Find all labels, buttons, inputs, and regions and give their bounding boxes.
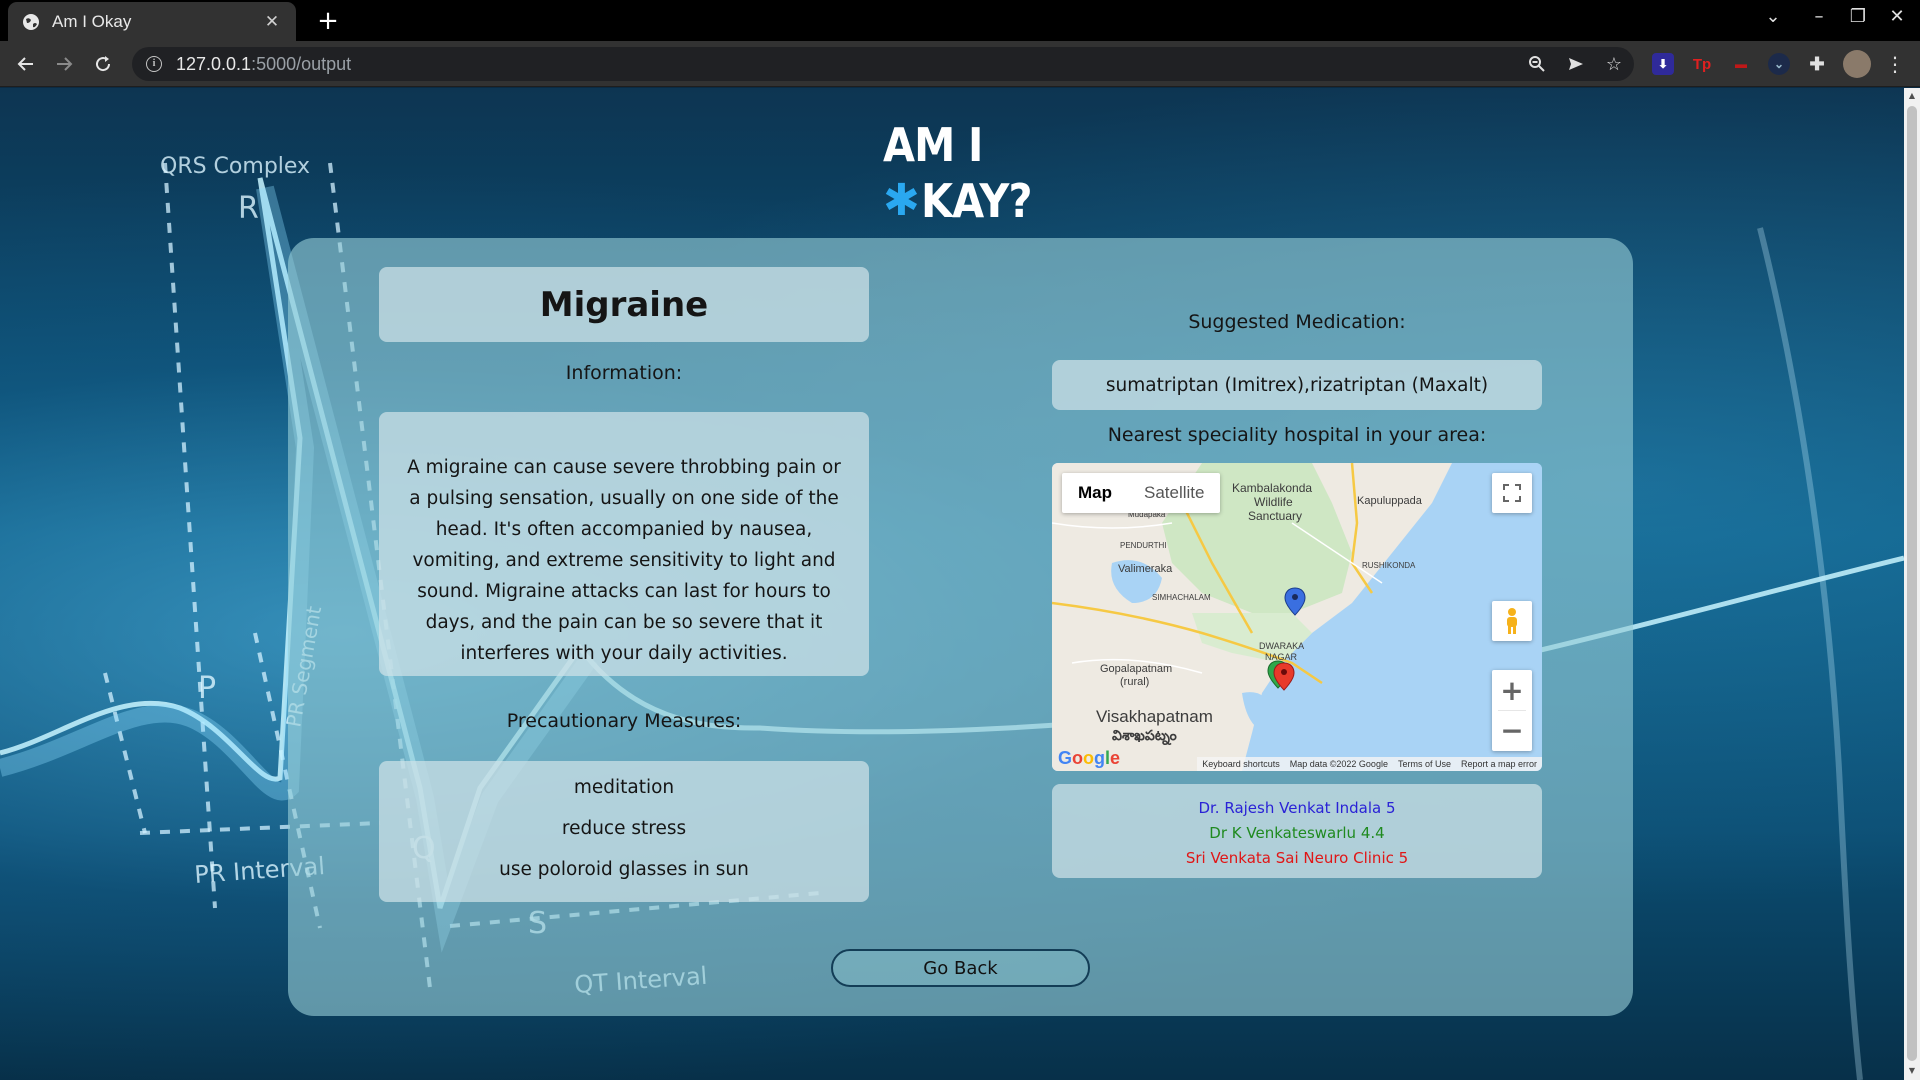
menu-kebab-icon[interactable]: ⋮ [1880, 49, 1910, 79]
minimize-icon[interactable]: – [1804, 6, 1834, 27]
close-window-icon[interactable]: ✕ [1882, 6, 1912, 27]
url-path: :5000/output [251, 53, 352, 74]
new-tab-icon[interactable]: + [314, 6, 342, 36]
map-data-text: Map data ©2022 Google [1289, 759, 1388, 769]
fullscreen-icon[interactable] [1492, 473, 1532, 513]
zoom-in-icon[interactable]: + [1492, 670, 1532, 710]
map-place: Sanctuary [1248, 509, 1303, 523]
map-city-label-telugu: విశాఖపట్నం [1112, 727, 1177, 743]
reload-icon[interactable] [88, 49, 118, 79]
map-place: Kambalakonda [1232, 481, 1313, 495]
map-type-control: Map Satellite [1062, 473, 1221, 513]
hospital-label: Nearest speciality hospital in your area… [1107, 424, 1487, 446]
map-type-satellite[interactable]: Satellite [1128, 473, 1220, 513]
tab-title: Am I Okay [52, 11, 132, 31]
pegman-icon[interactable] [1492, 601, 1532, 641]
tab-strip: Am I Okay ✕ + ⌄ – ❐ ✕ [0, 0, 1920, 41]
terms-of-use-link[interactable]: Terms of Use [1393, 759, 1456, 769]
page-scrollbar[interactable]: ▲ ▼ [1904, 88, 1920, 1080]
go-back-button[interactable]: Go Back [831, 949, 1090, 987]
map-place: Valimeraka [1118, 563, 1173, 575]
bookmark-star-icon[interactable]: ☆ [1599, 49, 1629, 79]
forward-icon[interactable] [49, 49, 79, 79]
ecg-label-qrs: QRS Complex [160, 154, 310, 179]
hospital-list: Dr. Rajesh Venkat Indala 5 Dr K Venkates… [1052, 784, 1542, 878]
map-city-label: Visakhapatnam [1096, 707, 1213, 726]
hospital-item: Sri Venkata Sai Neuro Clinic 5 [1185, 849, 1409, 867]
scrollbar-thumb[interactable] [1907, 106, 1917, 1061]
pdf-extension-icon[interactable]: ▬ [1730, 53, 1752, 75]
map-place: Kapuluppada [1357, 495, 1422, 507]
profile-avatar[interactable] [1843, 50, 1871, 78]
map-place: DWARAKA [1259, 641, 1305, 651]
address-bar[interactable]: i 127.0.0.1:5000/output [132, 47, 1634, 81]
precautions-card: meditation reduce stress use poloroid gl… [379, 761, 869, 902]
tp-extension-icon[interactable]: Tp [1691, 53, 1713, 75]
map-place: PENDURTHI [1120, 541, 1167, 550]
map-place: Gopalapatnam [1100, 663, 1173, 675]
restore-icon[interactable]: ❐ [1843, 6, 1873, 27]
page-viewport: QRS Complex R P Q S PR Interval QT Inter… [0, 88, 1904, 1080]
shield-extension-icon[interactable]: ⌄ [1768, 53, 1790, 75]
precaution-item: meditation [573, 777, 675, 798]
download-extension-icon[interactable]: ⬇ [1652, 53, 1674, 75]
result-panel: Migraine Information: A migraine can cau… [288, 238, 1633, 1016]
browser-tab[interactable]: Am I Okay ✕ [8, 2, 296, 41]
puzzle-extensions-icon[interactable]: ✚ [1806, 53, 1828, 75]
map-place: RUSHIKONDA [1362, 561, 1416, 570]
logo-line2: KAY? [920, 174, 1032, 228]
am-i-okay-logo: AM I ✱ KAY? [883, 122, 1043, 224]
back-icon[interactable] [11, 49, 41, 79]
map-place: NAGAR [1265, 652, 1298, 662]
medical-star-icon: ✱ [883, 175, 920, 226]
precaution-item: reduce stress [561, 818, 687, 839]
report-map-error-link[interactable]: Report a map error [1456, 759, 1542, 769]
svg-text:P: P [198, 671, 216, 706]
information-text: A migraine can cause severe throbbing pa… [379, 412, 869, 676]
diagnosis-title: Migraine [379, 267, 869, 342]
tab-search-icon[interactable]: ⌄ [1758, 6, 1788, 27]
map-place: Wildlife [1254, 495, 1293, 509]
site-info-icon[interactable]: i [146, 56, 162, 72]
information-label: Information: [565, 362, 683, 384]
keyboard-shortcuts-link[interactable]: Keyboard shortcuts [1197, 759, 1285, 769]
precaution-label: Precautionary Measures: [506, 710, 742, 732]
browser-toolbar: i 127.0.0.1:5000/output ☆ ⬇ Tp ▬ ⌄ ✚ ⋮ [0, 41, 1920, 87]
zoom-icon[interactable] [1522, 49, 1552, 79]
medication-value: sumatriptan (Imitrex),rizatriptan (Maxal… [1052, 360, 1542, 410]
zoom-out-icon[interactable]: − [1492, 710, 1532, 750]
map-place: (rural) [1120, 676, 1150, 688]
zoom-control: + − [1492, 670, 1532, 751]
medication-label: Suggested Medication: [1188, 311, 1406, 333]
map-footer: Keyboard shortcuts Map data ©2022 Google… [1197, 757, 1542, 771]
google-logo: Google [1058, 748, 1121, 768]
logo-line1: AM I [883, 118, 983, 172]
map-type-map[interactable]: Map [1062, 473, 1128, 513]
hospital-map[interactable]: Kambalakonda Wildlife Sanctuary Kapulupp… [1052, 463, 1542, 771]
close-tab-icon[interactable]: ✕ [262, 12, 282, 32]
globe-icon [22, 13, 40, 31]
map-place: SIMHACHALAM [1152, 593, 1211, 602]
send-icon[interactable] [1561, 49, 1591, 79]
hospital-item: Dr K Venkateswarlu 4.4 [1209, 824, 1385, 842]
url-host: 127.0.0.1 [176, 53, 252, 74]
hospital-item: Dr. Rajesh Venkat Indala 5 [1198, 799, 1396, 817]
precaution-item: use poloroid glasses in sun [499, 859, 749, 880]
svg-text:R: R [238, 191, 259, 226]
